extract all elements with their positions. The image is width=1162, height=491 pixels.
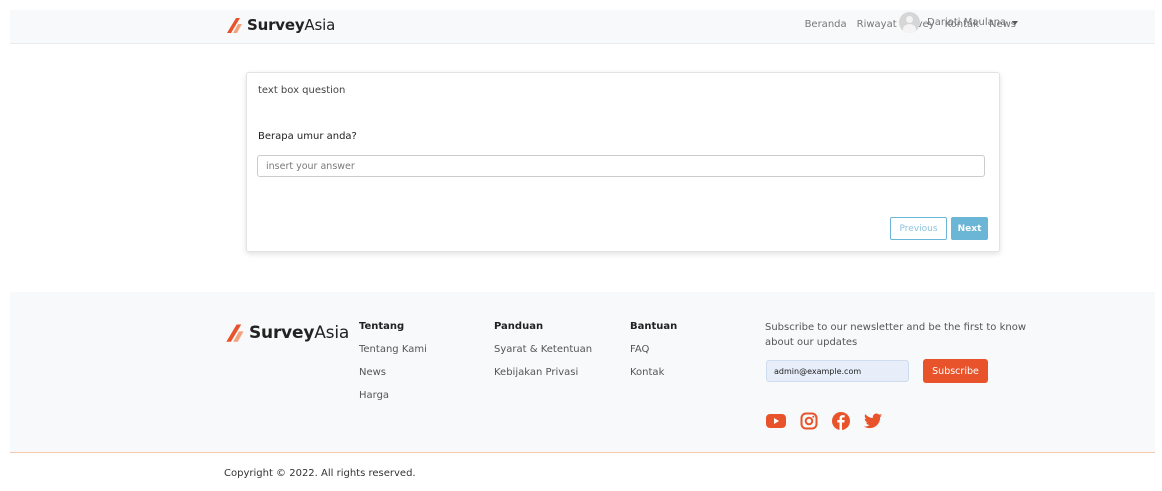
footer-col-panduan: Panduan Syarat & Ketentuan Kebijakan Pri… [494,321,592,390]
avatar [899,12,920,33]
chevron-down-icon [1012,20,1019,25]
footer-link-faq[interactable]: FAQ [630,344,677,355]
next-button[interactable]: Next [951,217,988,240]
footer-brand-name: SurveyAsia [249,322,350,343]
footer-link-tentang-kami[interactable]: Tentang Kami [359,344,427,355]
subscribe-button[interactable]: Subscribe [923,359,988,383]
footer-brand-logo[interactable]: SurveyAsia [224,321,349,344]
user-name: Dariati Maulana [927,17,1007,28]
newsletter-email-input[interactable] [766,360,909,382]
footer-heading: Panduan [494,321,544,332]
social-links [766,412,882,430]
top-navbar: SurveyAsia Beranda Riwayat Survey Kontak… [10,10,1155,44]
nav-item-beranda[interactable]: Beranda [805,19,847,30]
footer-heading: Tentang [359,321,405,332]
footer-link-syarat[interactable]: Syarat & Ketentuan [494,344,592,355]
user-menu[interactable]: Dariati Maulana [899,12,1019,33]
instagram-icon[interactable] [800,412,818,430]
copyright-text: Copyright © 2022. All rights reserved. [224,468,416,479]
footer: SurveyAsia Tentang Tentang Kami News Har… [10,292,1155,453]
footer-link-kebijakan[interactable]: Kebijakan Privasi [494,367,592,378]
facebook-icon[interactable] [832,412,850,430]
newsletter-text: Subscribe to our newsletter and be the f… [765,322,1026,348]
answer-input[interactable] [257,155,985,177]
footer-link-news[interactable]: News [359,367,427,378]
previous-button[interactable]: Previous [890,217,947,240]
question-card: text box question Berapa umur anda? Prev… [246,72,1000,252]
footer-link-harga[interactable]: Harga [359,390,427,401]
question-type-label: text box question [258,85,346,96]
brand-name: SurveyAsia [247,16,336,34]
footer-col-tentang: Tentang Tentang Kami News Harga [359,321,427,413]
youtube-icon[interactable] [766,414,786,428]
footer-link-kontak[interactable]: Kontak [630,367,677,378]
footer-heading: Bantuan [630,321,678,332]
footer-col-bantuan: Bantuan FAQ Kontak [630,321,677,390]
twitter-icon[interactable] [864,413,882,429]
brand-logo[interactable]: SurveyAsia [225,15,335,35]
surveyasia-logo-icon [227,18,242,33]
question-text: Berapa umur anda? [258,131,357,142]
surveyasia-logo-icon [226,324,244,342]
